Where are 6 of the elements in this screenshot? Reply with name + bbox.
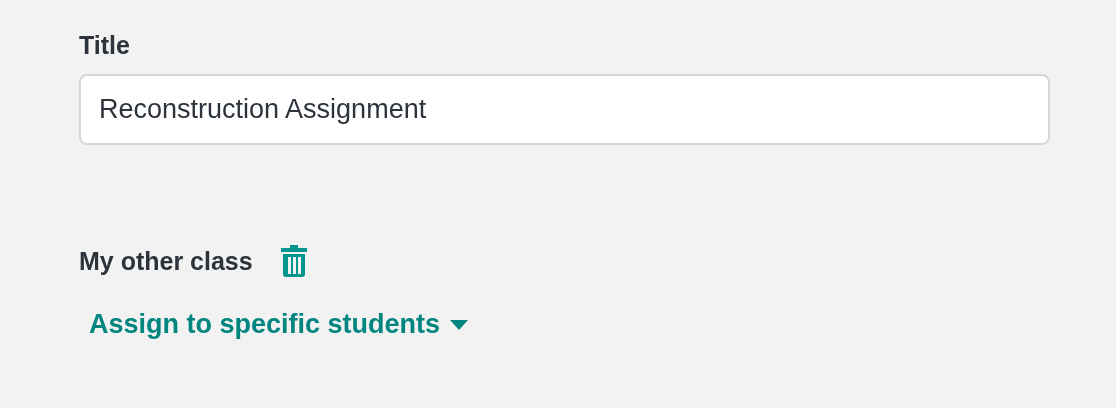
field-label: Title (79, 30, 130, 61)
trash-icon[interactable] (280, 245, 307, 277)
class-name: My other class (79, 246, 253, 276)
assign-dropdown-link[interactable]: Assign to specific students (89, 309, 469, 340)
caret-icon (450, 319, 469, 330)
title-field[interactable]: Reconstruction Assignment (79, 74, 1050, 145)
